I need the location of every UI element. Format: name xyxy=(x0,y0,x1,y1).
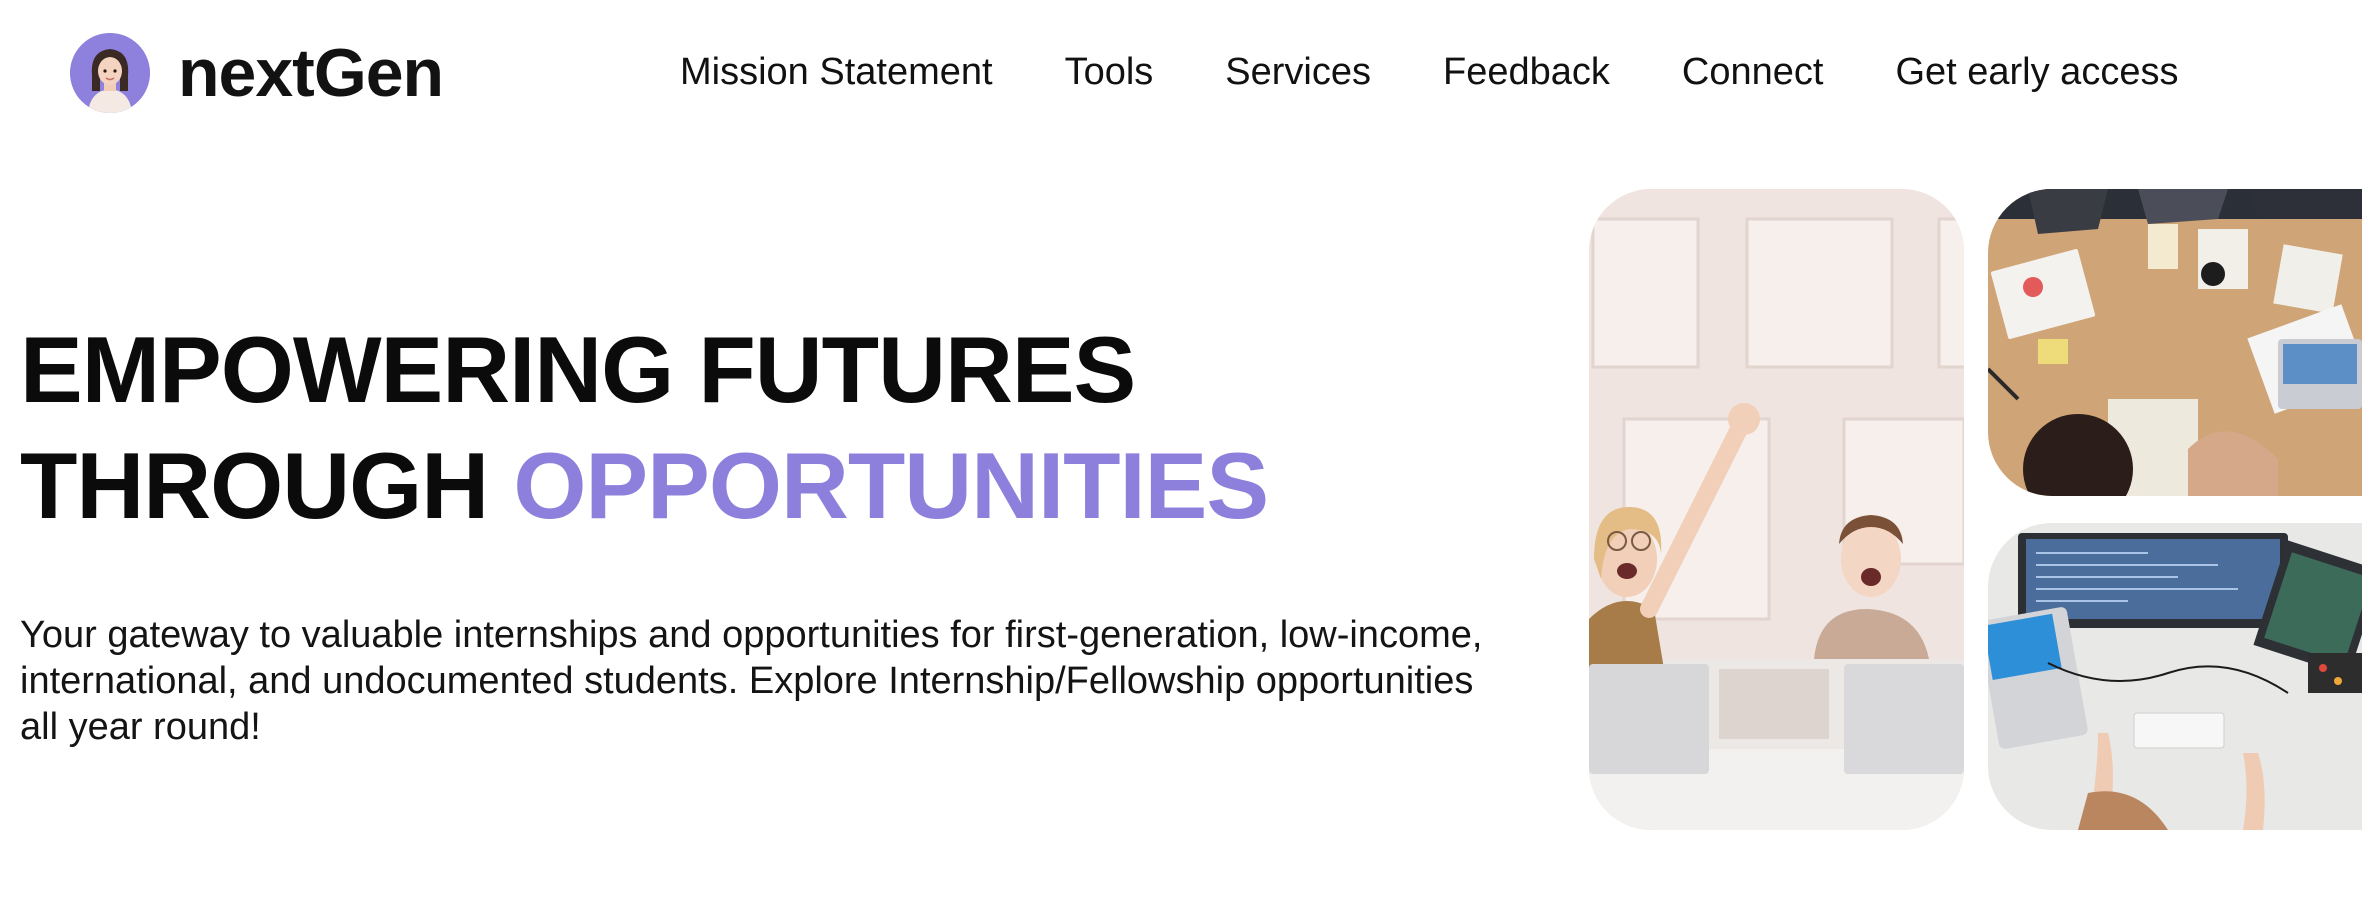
team-meeting-table-photo xyxy=(1988,189,2362,496)
nav-connect[interactable]: Connect xyxy=(1682,46,1824,98)
nav-tools[interactable]: Tools xyxy=(1065,46,1154,98)
hero-title-accent: OPPORTUNITIES xyxy=(513,433,1269,538)
brand-name: nextGen xyxy=(178,35,444,111)
nav-services[interactable]: Services xyxy=(1225,46,1371,98)
hero-title-line1: EMPOWERING FUTURES xyxy=(20,317,1136,422)
celebrating-women-photo xyxy=(1589,189,1964,830)
logo-link[interactable]: nextGen xyxy=(70,33,444,113)
site-header: nextGen Mission Statement Tools Services… xyxy=(0,0,2362,150)
nav-mission-statement[interactable]: Mission Statement xyxy=(680,46,993,98)
nav-get-early-access[interactable]: Get early access xyxy=(1895,46,2178,98)
hero-title: EMPOWERING FUTURES THROUGH OPPORTUNITIES xyxy=(20,312,1269,544)
hero-title-line2-prefix: THROUGH xyxy=(20,433,514,538)
landing-page: nextGen Mission Statement Tools Services… xyxy=(0,0,2362,912)
developer-desk-photo xyxy=(1988,523,2362,830)
hero-description: Your gateway to valuable internships and… xyxy=(20,614,1483,748)
main-nav: Mission Statement Tools Services Feedbac… xyxy=(680,46,2178,98)
woman-avatar-icon xyxy=(70,33,150,113)
nav-feedback[interactable]: Feedback xyxy=(1443,46,1610,98)
